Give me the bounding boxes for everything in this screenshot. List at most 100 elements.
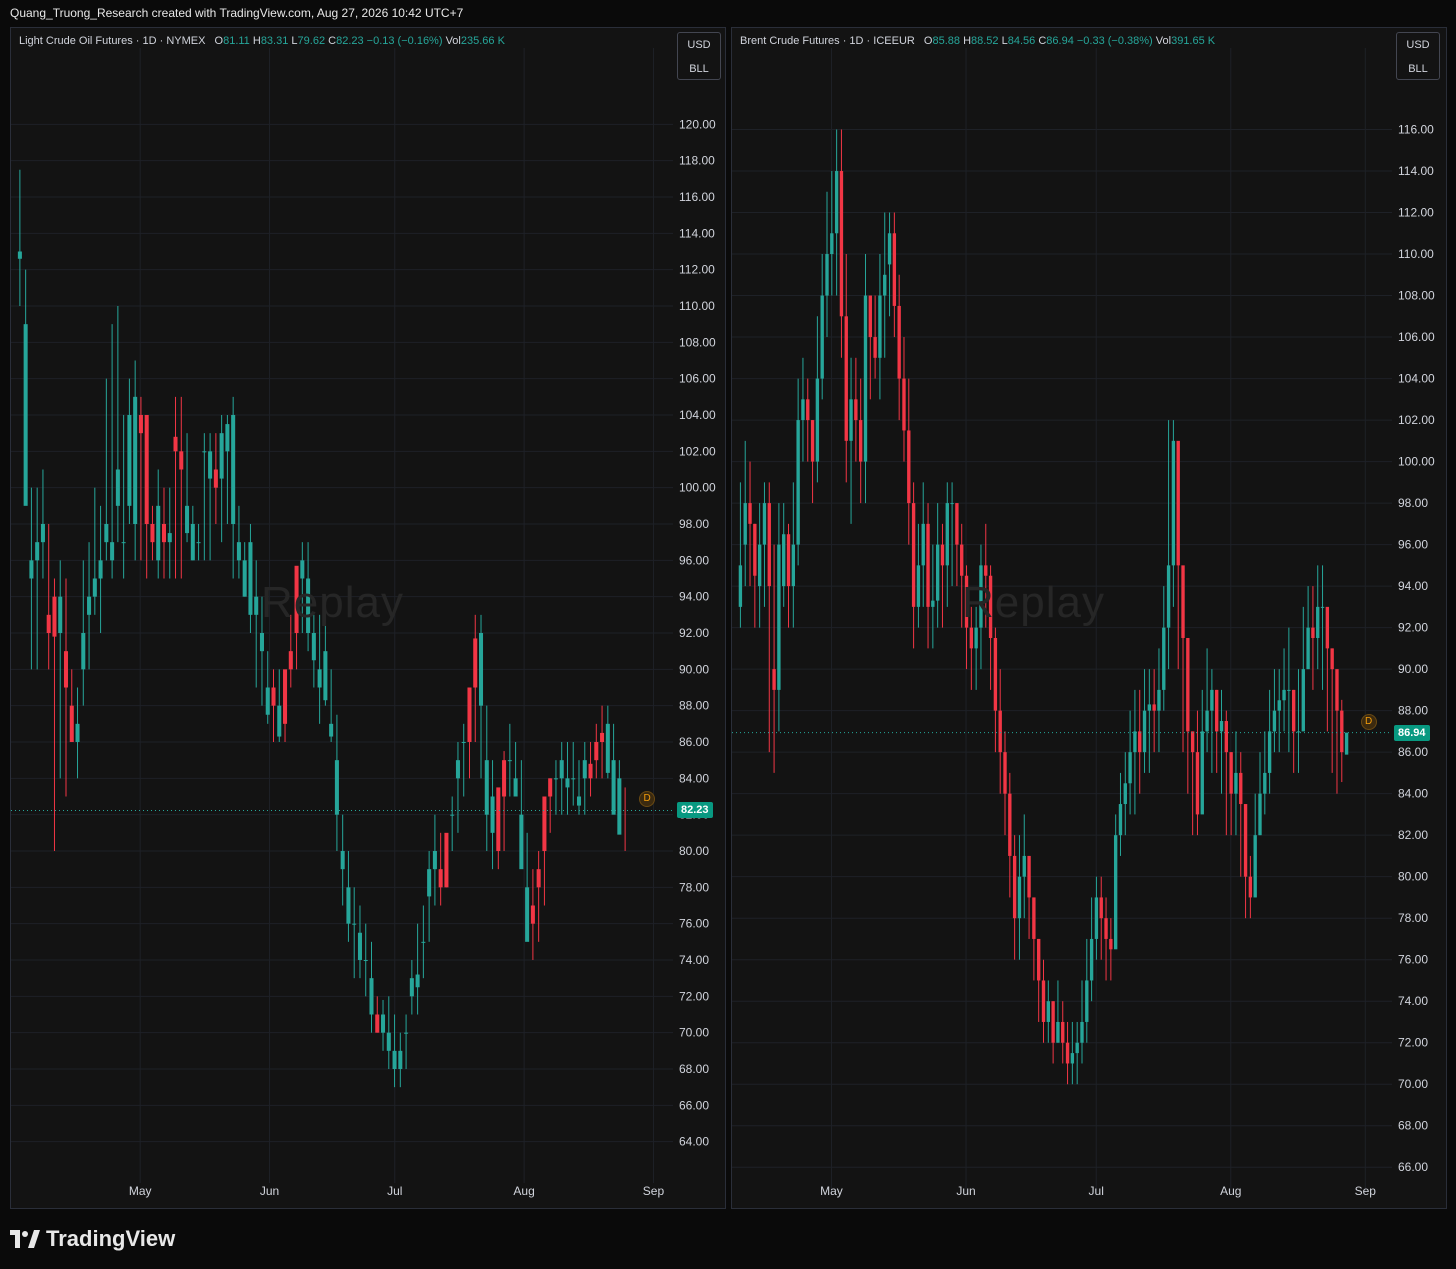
candle [507, 723, 512, 797]
candle-body [1325, 606, 1330, 649]
candle-body [52, 596, 57, 637]
candle-body [357, 932, 362, 960]
y-tick-label: 74.00 [679, 953, 709, 967]
candle [605, 705, 610, 779]
candle-body [1061, 1021, 1065, 1043]
candle-body [782, 534, 786, 587]
candle-body [1320, 606, 1325, 608]
candle [1027, 855, 1031, 939]
candle [1176, 440, 1180, 670]
candle-body [1099, 897, 1103, 919]
volume-value: 391.65 K [1171, 35, 1216, 47]
candle-body [213, 469, 218, 488]
candle-body [553, 778, 558, 780]
y-tick-label: 66.00 [679, 1098, 709, 1112]
quantity-unit[interactable]: BLL [678, 57, 720, 81]
candle [1162, 586, 1166, 711]
candle-body [1229, 752, 1233, 794]
candle [478, 614, 484, 779]
candle-body [317, 669, 322, 688]
close-label: C [328, 35, 337, 47]
x-tick-label: Aug [1220, 1184, 1241, 1198]
candle-body [849, 399, 853, 441]
candle [1147, 669, 1152, 773]
candle-body [375, 1014, 380, 1033]
x-tick-label: Jun [956, 1184, 975, 1198]
candle [1210, 669, 1214, 773]
candle [1118, 772, 1123, 856]
unit-selector[interactable]: USD BLL [1396, 32, 1440, 80]
candle [921, 482, 925, 607]
candle-body [513, 778, 518, 797]
candle-body [1282, 689, 1286, 701]
y-tick-label: 112.00 [1398, 206, 1434, 220]
candle [1008, 772, 1012, 898]
candle-body [473, 638, 478, 688]
candle [940, 523, 945, 628]
candle-body [863, 295, 868, 462]
candle [1113, 814, 1118, 950]
y-tick-label: 112.00 [679, 263, 715, 277]
candle-body [931, 600, 935, 607]
candle-body [156, 505, 161, 561]
currency-unit[interactable]: USD [1397, 33, 1439, 57]
candle-body [467, 687, 472, 742]
y-tick-label: 66.00 [1398, 1160, 1428, 1174]
candle [820, 254, 824, 400]
high-label: H [252, 35, 261, 47]
candle [738, 482, 743, 628]
unit-selector[interactable]: USD BLL [677, 32, 721, 80]
candle-body [58, 596, 63, 633]
candle [323, 614, 328, 706]
y-tick-label: 116.00 [679, 190, 715, 204]
chart-panel-brent[interactable]: 66.00 68.00 70.00 72.00 74.00 76.00 78.00 80.00… [731, 27, 1447, 1209]
candle-body [236, 542, 241, 561]
candle-body [582, 760, 587, 779]
candle [1277, 669, 1281, 753]
candle-body [830, 233, 834, 255]
candle-body [277, 705, 282, 737]
candle-body [611, 760, 616, 815]
candle-body [340, 851, 345, 870]
candle-body [605, 723, 610, 773]
candle-body [1123, 783, 1127, 805]
candle [1229, 752, 1233, 836]
symbol-title: Brent Crude Futures · 1D · ICEEUR [740, 35, 915, 47]
candle-body [1046, 1001, 1050, 1022]
y-tick-label: 110.00 [1398, 247, 1434, 261]
candle [161, 487, 167, 579]
currency-unit[interactable]: USD [678, 33, 720, 57]
candle [346, 851, 351, 942]
dividend-marker-icon[interactable]: D [1360, 713, 1377, 730]
candle-body [600, 732, 605, 742]
y-tick-label: 96.00 [679, 553, 709, 567]
chart-panel-wti[interactable]: 64.00 66.00 68.00 70.00 72.00 74.00 76.00 78.00… [10, 27, 726, 1209]
y-tick-label: 114.00 [679, 226, 715, 240]
candle-body [844, 316, 848, 441]
y-tick-label: 104.00 [679, 408, 716, 422]
y-tick-label: 108.00 [1398, 289, 1435, 303]
candle [369, 941, 374, 1033]
y-tick-label: 94.00 [679, 590, 709, 604]
candle [450, 796, 455, 851]
candle-body [231, 415, 236, 524]
quantity-unit[interactable]: BLL [1397, 57, 1439, 81]
candle-body [1335, 669, 1339, 711]
candle-body [786, 534, 791, 587]
candle-body [738, 565, 743, 607]
candle-body [427, 869, 432, 897]
candle-body [381, 1014, 386, 1033]
candle-body [525, 887, 530, 942]
y-tick-label: 94.00 [1398, 579, 1428, 593]
candle [1253, 793, 1257, 898]
candle [810, 420, 815, 504]
candle [863, 254, 868, 504]
candle [63, 578, 69, 797]
y-tick-label: 70.00 [679, 1026, 709, 1040]
candle-body [1012, 855, 1017, 919]
candle-body [868, 295, 872, 338]
candle-body [87, 596, 92, 615]
candle [236, 505, 241, 579]
candle-body [921, 523, 925, 566]
candle [1056, 980, 1060, 1043]
